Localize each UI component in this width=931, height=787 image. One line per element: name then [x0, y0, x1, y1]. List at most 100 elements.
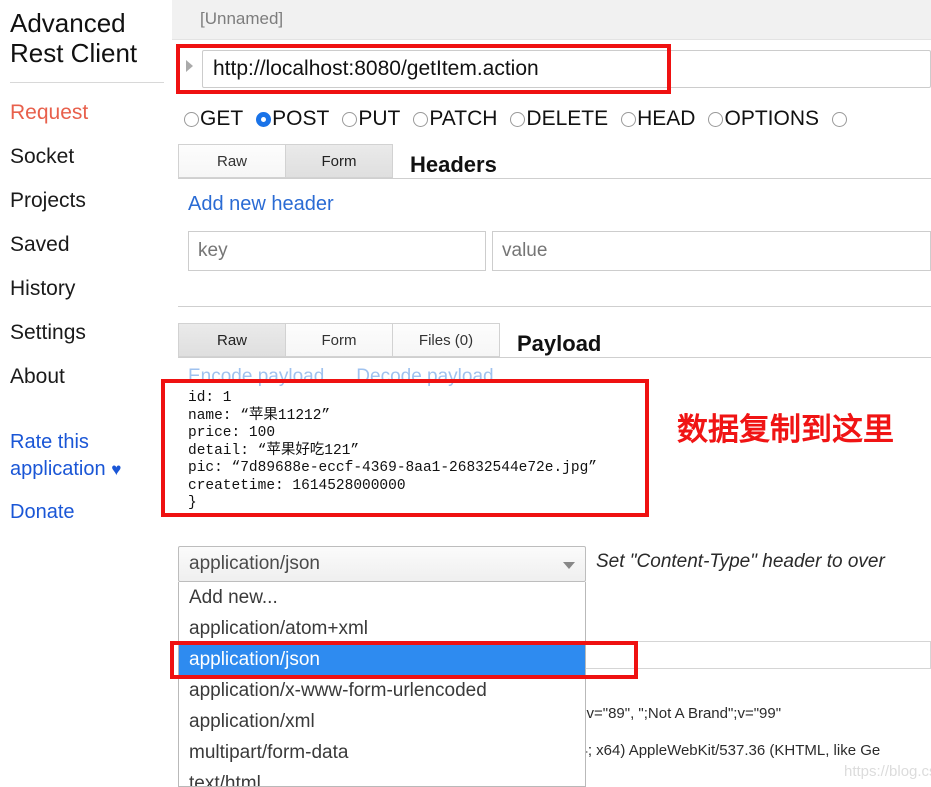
- payload-encode-row: Encode payload Decode payload: [188, 366, 494, 388]
- sidebar: Advanced Rest Client Request Socket Proj…: [0, 0, 172, 787]
- sidebar-links: Rate this application ♥ Donate: [8, 429, 172, 526]
- radio-icon: [184, 111, 199, 127]
- method-radio-post[interactable]: POST: [256, 107, 329, 131]
- radio-icon: [510, 111, 526, 127]
- header-key-input[interactable]: [188, 231, 486, 271]
- http-method-radio-group: GET POST PUT PATCH DELETE HEAD OPTIONS: [184, 103, 931, 135]
- dropdown-option-label: application/xml: [189, 710, 315, 732]
- method-label: PATCH: [429, 107, 498, 130]
- dropdown-option-label: Add new...: [189, 586, 278, 608]
- method-label: GET: [200, 107, 244, 130]
- sidebar-item-label: Saved: [10, 233, 70, 256]
- rate-application-link[interactable]: Rate this application ♥: [8, 429, 172, 483]
- app-window: Advanced Rest Client Request Socket Proj…: [0, 0, 931, 787]
- method-label: OPTIONS: [724, 107, 819, 130]
- sidebar-item-projects[interactable]: Projects: [8, 179, 172, 223]
- radio-icon: [342, 111, 358, 127]
- method-radio-patch[interactable]: PATCH: [413, 107, 497, 131]
- section-divider: [178, 306, 931, 307]
- dropdown-option-label: application/atom+xml: [189, 617, 369, 639]
- tab-payload-raw[interactable]: Raw: [178, 323, 286, 357]
- payload-tab-group: Raw Form Files (0) Payload: [178, 323, 601, 357]
- header-key-value-row: [188, 231, 931, 271]
- dropdown-option-label: text/html: [189, 772, 261, 787]
- tab-unnamed[interactable]: [Unnamed]: [200, 9, 283, 29]
- content-type-hint: Set "Content-Type" header to over: [596, 551, 885, 572]
- dropdown-option-form-urlencoded[interactable]: application/x-www-form-urlencoded: [179, 675, 585, 706]
- sidebar-item-request[interactable]: Request: [8, 91, 172, 135]
- sidebar-item-history[interactable]: History: [8, 267, 172, 311]
- method-radio-custom[interactable]: [832, 111, 847, 127]
- method-radio-options[interactable]: OPTIONS: [708, 107, 819, 131]
- tab-headers-form[interactable]: Form: [285, 144, 393, 178]
- method-radio-get[interactable]: GET: [184, 107, 243, 131]
- content-type-select[interactable]: application/json: [178, 546, 586, 582]
- sidebar-item-label: History: [10, 277, 76, 300]
- method-radio-put[interactable]: PUT: [342, 107, 400, 131]
- sidebar-item-settings[interactable]: Settings: [8, 311, 172, 355]
- radio-icon: [708, 111, 724, 127]
- app-title: Advanced Rest Client: [10, 8, 138, 68]
- tab-label: Raw: [216, 331, 247, 349]
- method-radio-head[interactable]: HEAD: [621, 107, 695, 131]
- content-type-dropdown-list[interactable]: Add new... application/atom+xml applicat…: [178, 582, 586, 787]
- headers-section-title: Headers: [410, 152, 497, 177]
- request-tabstrip: [Unnamed]: [172, 0, 931, 40]
- headers-panel: Add new header: [178, 178, 931, 306]
- method-label: POST: [272, 107, 330, 130]
- annotation-text-chinese: 数据复制到这里: [677, 412, 894, 448]
- chevron-right-icon[interactable]: [186, 60, 193, 72]
- content-type-row: application/json Set "Content-Type" head…: [178, 546, 931, 582]
- encode-payload-link[interactable]: Encode payload: [188, 366, 324, 388]
- radio-icon: [621, 111, 637, 127]
- rate-application-label: Rate this application: [10, 431, 106, 480]
- main-content: [Unnamed] GET POST PUT PATCH: [172, 0, 931, 787]
- chevron-down-icon: [563, 562, 575, 569]
- method-label: DELETE: [526, 107, 609, 130]
- sidebar-divider: [10, 82, 164, 83]
- method-label: HEAD: [637, 107, 696, 130]
- tab-label: Files (0): [418, 331, 474, 349]
- method-label: PUT: [358, 107, 401, 130]
- add-new-header-link[interactable]: Add new header: [188, 193, 334, 216]
- radio-icon: [832, 111, 847, 127]
- dropdown-option-add-new[interactable]: Add new...: [179, 582, 585, 613]
- dropdown-option-label: application/x-www-form-urlencoded: [189, 679, 487, 701]
- tab-label: Form: [321, 152, 357, 170]
- payload-panel: Encode payload Decode payload id: 1 name…: [178, 357, 931, 547]
- tab-label: Raw: [216, 152, 247, 170]
- dropdown-option-atom-xml[interactable]: application/atom+xml: [179, 613, 585, 644]
- dropdown-option-text-html[interactable]: text/html: [179, 768, 585, 787]
- request-url-input[interactable]: [202, 50, 931, 88]
- dropdown-option-label: multipart/form-data: [189, 741, 349, 763]
- sidebar-item-label: Projects: [10, 189, 86, 212]
- tab-payload-files[interactable]: Files (0): [392, 323, 500, 357]
- sidebar-item-label: About: [10, 365, 65, 388]
- dropdown-option-multipart-form-data[interactable]: multipart/form-data: [179, 737, 585, 768]
- tab-headers-raw[interactable]: Raw: [178, 144, 286, 178]
- sidebar-item-saved[interactable]: Saved: [8, 223, 172, 267]
- dropdown-option-application-xml[interactable]: application/xml: [179, 706, 585, 737]
- header-value-input[interactable]: [492, 231, 931, 271]
- sidebar-item-label: Request: [10, 101, 89, 124]
- dropdown-option-application-json[interactable]: application/json: [179, 644, 585, 675]
- url-row: [180, 50, 931, 90]
- payload-section-title: Payload: [517, 331, 602, 356]
- donate-link[interactable]: Donate: [8, 499, 172, 526]
- sidebar-item-label: Socket: [10, 145, 75, 168]
- watermark-text: https://blog.csdn.net/qq_44757034: [844, 763, 931, 780]
- radio-checked-icon: [256, 111, 272, 127]
- donate-label: Donate: [10, 501, 75, 523]
- method-radio-delete[interactable]: DELETE: [510, 107, 608, 131]
- dropdown-option-label: application/json: [189, 648, 320, 670]
- headers-tab-group: Raw Form Headers: [178, 144, 497, 178]
- tab-label: Form: [321, 331, 357, 349]
- decode-payload-link[interactable]: Decode payload: [356, 366, 493, 388]
- sidebar-nav: Request Socket Projects Saved History Se…: [8, 91, 172, 399]
- radio-icon: [413, 111, 429, 127]
- tab-payload-form[interactable]: Form: [285, 323, 393, 357]
- sidebar-item-about[interactable]: About: [8, 355, 172, 399]
- sidebar-item-socket[interactable]: Socket: [8, 135, 172, 179]
- sidebar-item-label: Settings: [10, 321, 86, 344]
- content-type-selected-value: application/json: [189, 553, 320, 574]
